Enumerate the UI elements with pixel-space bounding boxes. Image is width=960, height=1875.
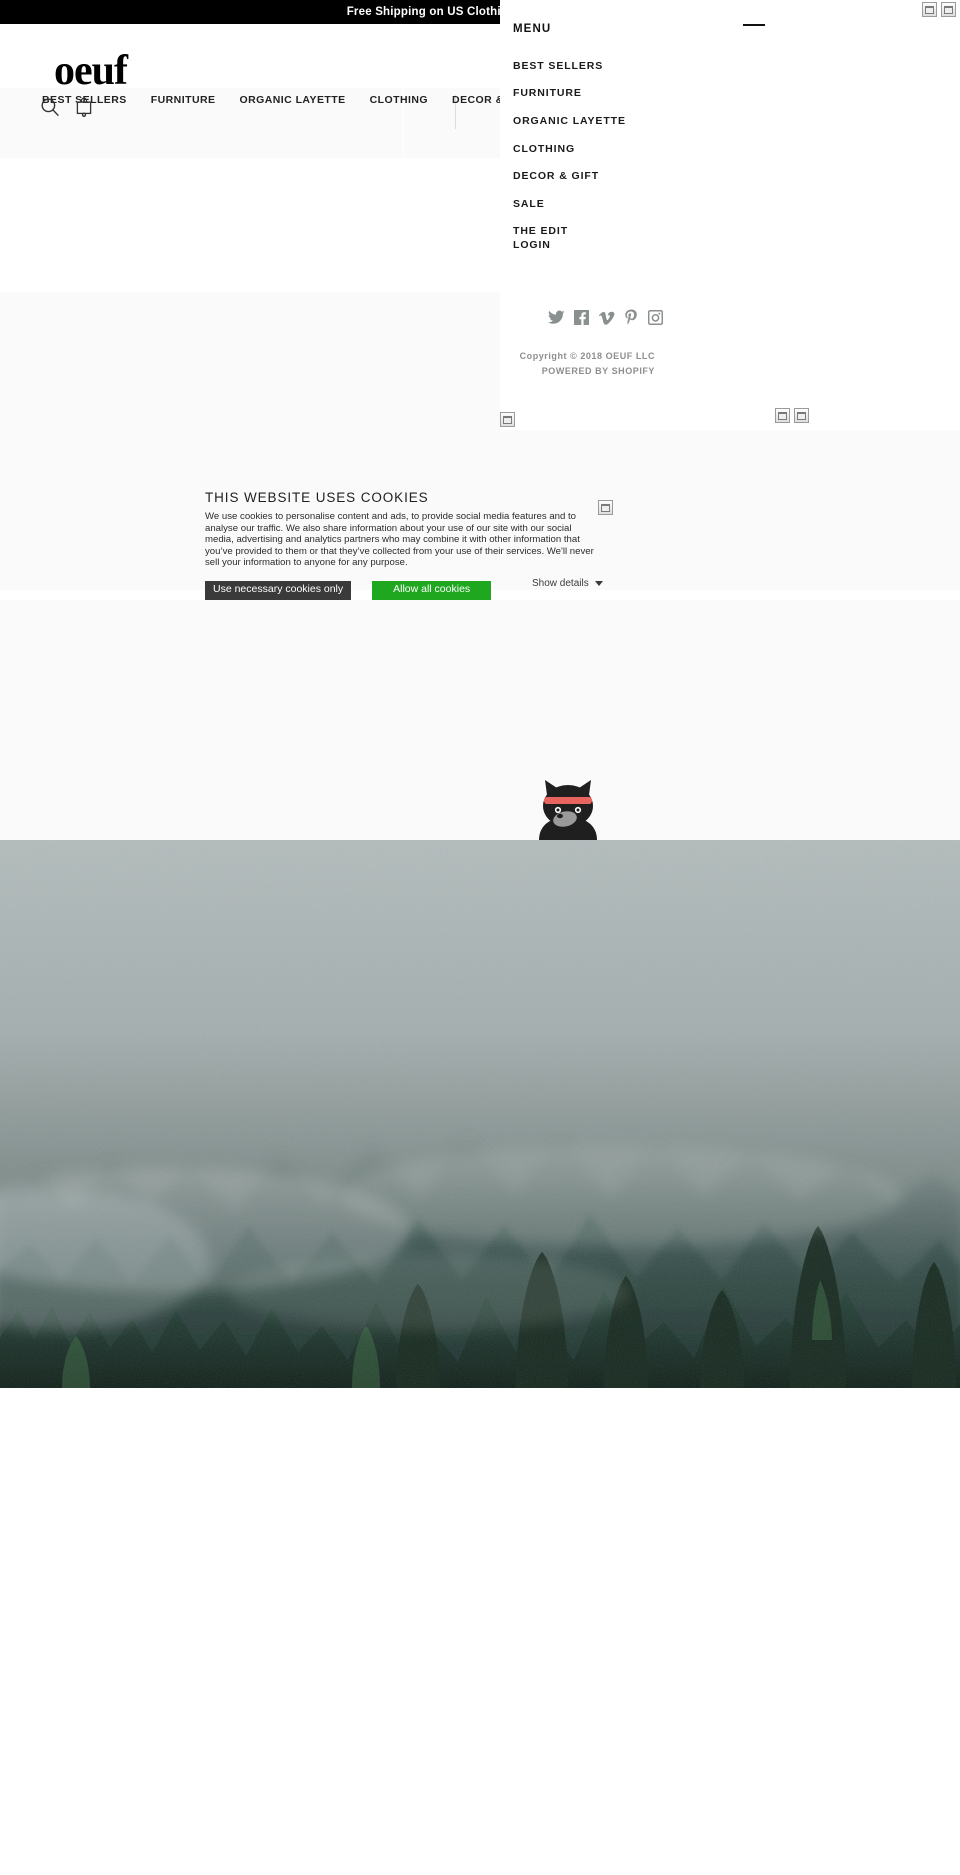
allow-all-cookies-button[interactable]: Allow all cookies <box>372 580 492 600</box>
nav-item-clothing[interactable]: CLOTHING <box>370 94 428 106</box>
search-icon[interactable] <box>40 97 60 122</box>
page-bottom-whitespace <box>0 1388 960 1875</box>
menu-panel-title: MENU <box>513 23 552 35</box>
menu-item-organic-layette[interactable]: ORGANIC LAYETTE <box>513 107 813 135</box>
menu-item-best-sellers[interactable]: BEST SELLERS <box>513 52 813 80</box>
black-bear-mascot <box>529 773 607 840</box>
social-links <box>548 309 664 331</box>
chevron-down-icon <box>594 581 603 586</box>
content-placeholder-block-1 <box>0 292 500 432</box>
cookie-consent-title: THIS WEBSITE USES COOKIES <box>205 490 429 505</box>
window-control-icon[interactable] <box>794 408 809 423</box>
shopping-bag-icon[interactable] <box>74 96 94 123</box>
nav-item-organic-layette[interactable]: ORGANIC LAYETTE <box>239 94 345 106</box>
page-root: Free Shipping on US Clothing Orders over… <box>0 0 960 1875</box>
misty-forest-photo <box>0 840 960 1388</box>
brand-logo[interactable]: oeuf <box>54 50 128 92</box>
window-controls-top-right <box>922 2 956 17</box>
instagram-icon[interactable] <box>647 309 664 330</box>
window-control-icon[interactable] <box>775 408 790 423</box>
menu-item-login[interactable]: LOGIN <box>513 239 551 251</box>
menu-item-sale[interactable]: SALE <box>513 190 813 218</box>
menu-item-clothing[interactable]: CLOTHING <box>513 135 813 163</box>
cookie-consent-body: We use cookies to personalise content an… <box>205 511 594 569</box>
vimeo-icon[interactable] <box>598 310 615 330</box>
menu-panel-footer: Copyright © 2018 OEUF LLC POWERED BY SHO… <box>500 349 960 379</box>
twitter-icon[interactable] <box>548 310 565 330</box>
cookie-consent-banner: THIS WEBSITE USES COOKIES We use cookies… <box>205 490 605 600</box>
window-controls-mid-right <box>775 408 809 423</box>
window-control-icon[interactable] <box>500 412 515 427</box>
close-dash-icon[interactable] <box>743 24 765 26</box>
menu-item-furniture[interactable]: FURNITURE <box>513 80 813 108</box>
window-controls-mid-left <box>500 412 515 427</box>
show-details-toggle[interactable]: Show details <box>532 578 603 589</box>
content-placeholder-block-3 <box>0 600 960 840</box>
facebook-icon[interactable] <box>574 310 589 330</box>
window-control-icon[interactable] <box>922 2 937 17</box>
use-necessary-cookies-button[interactable]: Use necessary cookies only <box>205 580 352 600</box>
menu-panel: MENU BEST SELLERS FURNITURE ORGANIC LAYE… <box>500 0 960 430</box>
show-details-label: Show details <box>532 578 589 589</box>
window-control-icon[interactable] <box>941 2 956 17</box>
menu-panel-list: BEST SELLERS FURNITURE ORGANIC LAYETTE C… <box>513 52 813 245</box>
header-utility-icons <box>40 96 94 123</box>
powered-by-text[interactable]: POWERED BY SHOPIFY <box>500 364 655 379</box>
menu-item-decor-gift[interactable]: DECOR & GIFT <box>513 162 813 190</box>
menu-item-the-edit[interactable]: THE EDIT <box>513 218 813 246</box>
pinterest-icon[interactable] <box>624 309 639 331</box>
nav-item-furniture[interactable]: FURNITURE <box>151 94 216 106</box>
copyright-text: Copyright © 2018 OEUF LLC <box>519 351 655 361</box>
